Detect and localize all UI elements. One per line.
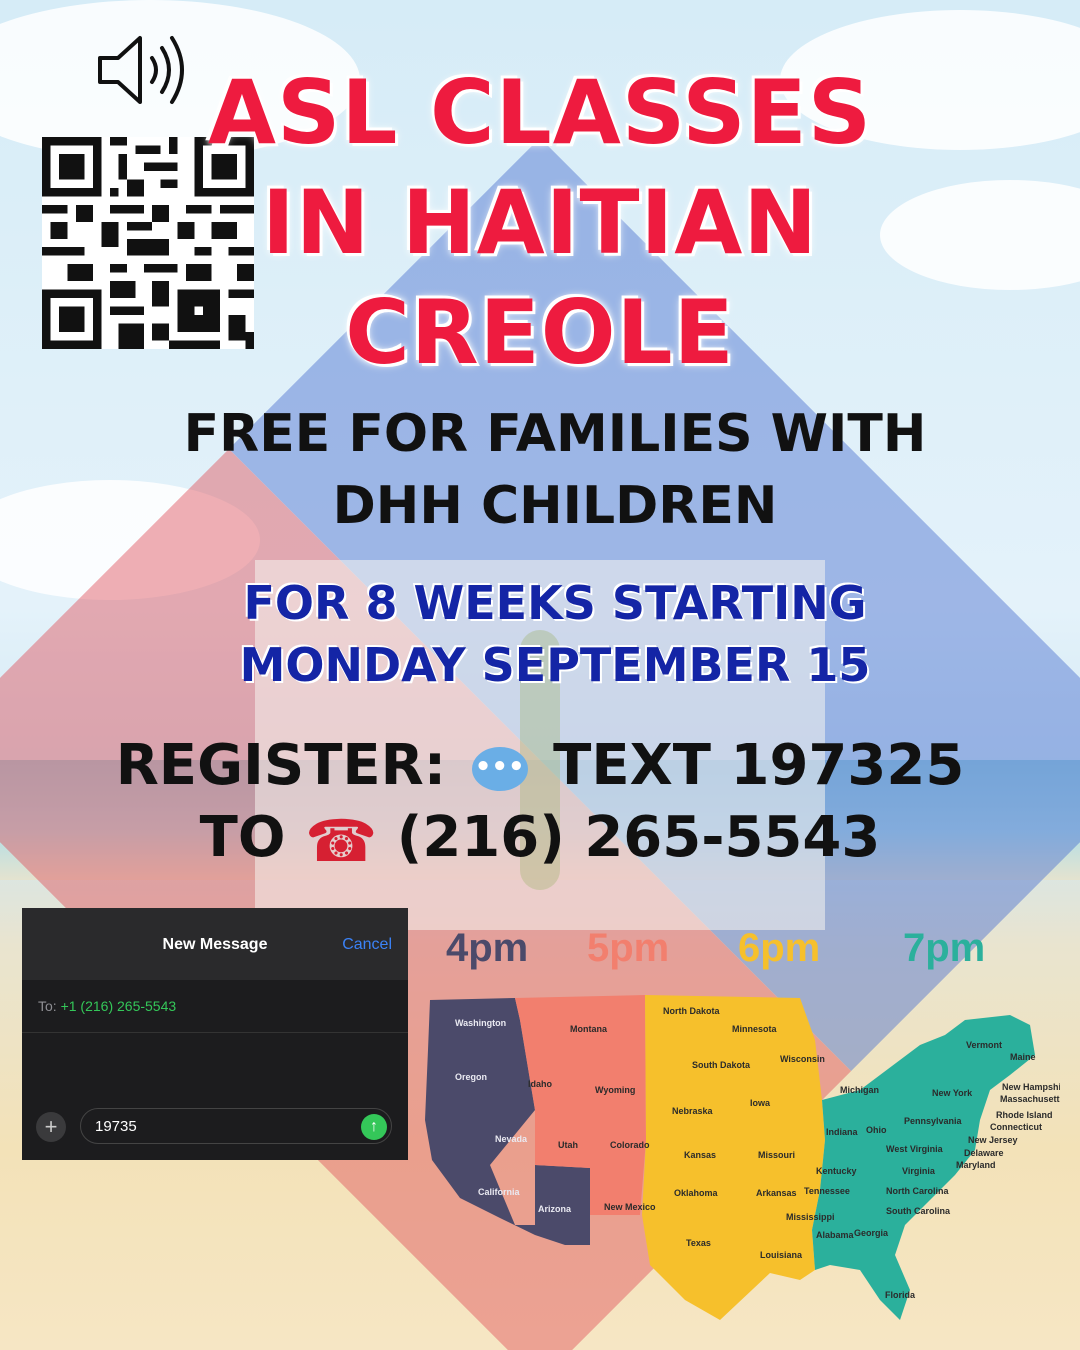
state-label: Nevada	[495, 1134, 528, 1144]
state-label: West Virginia	[886, 1144, 944, 1154]
state-label: Utah	[558, 1140, 578, 1150]
state-label: North Dakota	[663, 1006, 720, 1016]
registration-info: REGISTER: ••• TEXT 197325 TO ☎ (216) 265…	[0, 730, 1080, 877]
message-bubble-icon: •••	[471, 746, 528, 791]
date-line-2: MONDAY SEPTEMBER 15	[239, 638, 871, 692]
state-label: Rhode Island	[996, 1110, 1053, 1120]
telephone-icon: ☎	[304, 806, 378, 875]
headline-line-1: ASL CLASSES	[207, 61, 873, 164]
state-label: Louisiana	[760, 1250, 803, 1260]
state-label: Connecticut	[990, 1122, 1042, 1132]
state-label: Oregon	[455, 1072, 487, 1082]
state-label: Pennsylvania	[904, 1116, 963, 1126]
central-zone	[642, 995, 825, 1320]
sms-cancel-button[interactable]: Cancel	[342, 936, 392, 954]
state-label: Massachusetts	[1000, 1094, 1060, 1104]
state-label: Delaware	[964, 1148, 1004, 1158]
state-label: Mississippi	[786, 1212, 835, 1222]
timezone-central-label: 6pm	[738, 926, 821, 970]
sms-to-number: +1 (216) 265-5543	[60, 998, 177, 1014]
state-label: South Carolina	[886, 1206, 951, 1216]
state-label: Alabama	[816, 1230, 855, 1240]
state-label: Wyoming	[595, 1085, 635, 1095]
subtitle: FREE FOR FAMILIES WITH DHH CHILDREN	[30, 398, 1080, 542]
state-label: Minnesota	[732, 1024, 777, 1034]
state-label: New Hampshire	[1002, 1082, 1060, 1092]
timezone-mountain-label: 5pm	[587, 926, 670, 970]
state-label: Virginia	[902, 1166, 936, 1176]
state-label: Arkansas	[756, 1188, 797, 1198]
state-label: Tennessee	[804, 1186, 850, 1196]
state-label: Nebraska	[672, 1106, 714, 1116]
state-label: Arizona	[538, 1204, 572, 1214]
state-label: Florida	[885, 1290, 916, 1300]
state-label: Texas	[686, 1238, 711, 1248]
sms-message-input[interactable]: 19735	[80, 1108, 392, 1144]
pacific-zone	[425, 998, 535, 1235]
state-label: Vermont	[966, 1040, 1002, 1050]
sms-header: New Message Cancel	[22, 908, 408, 980]
register-text: TEXT 197325	[553, 733, 965, 798]
sms-plus-button[interactable]: +	[36, 1112, 66, 1142]
state-label: Kansas	[684, 1150, 716, 1160]
subtitle-line-1: FREE FOR FAMILIES WITH	[183, 404, 927, 464]
state-label: Montana	[570, 1024, 608, 1034]
sms-send-button[interactable]: ↑	[361, 1114, 387, 1140]
state-label: California	[478, 1187, 521, 1197]
date-info: FOR 8 WEEKS STARTING MONDAY SEPTEMBER 15	[30, 572, 1080, 696]
headline-line-2: IN HAITIAN	[261, 171, 819, 274]
headline: ASL CLASSES IN HAITIAN CREOLE	[0, 58, 1080, 388]
state-label: Colorado	[610, 1140, 650, 1150]
state-label: Washington	[455, 1018, 506, 1028]
headline-line-3: CREOLE	[345, 281, 735, 384]
state-label: Oklahoma	[674, 1188, 719, 1198]
state-label: Idaho	[528, 1079, 553, 1089]
timezone-eastern-label: 7pm	[903, 926, 986, 970]
sms-to-label: To:	[38, 998, 57, 1014]
timezone-pacific-label: 4pm	[446, 926, 529, 970]
us-timezone-map: Washington Oregon Nevada California Ariz…	[425, 995, 1060, 1320]
sms-screenshot: New Message Cancel To: +1 (216) 265-5543…	[22, 908, 408, 1160]
state-label: North Carolina	[886, 1186, 949, 1196]
state-label: Ohio	[866, 1125, 887, 1135]
state-label: Georgia	[854, 1228, 889, 1238]
state-label: Indiana	[826, 1127, 858, 1137]
state-label: Maine	[1010, 1052, 1036, 1062]
sms-recipient-row[interactable]: To: +1 (216) 265-5543	[22, 980, 408, 1033]
state-label: New York	[932, 1088, 973, 1098]
register-phone[interactable]: (216) 265-5543	[397, 805, 881, 870]
state-label: New Mexico	[604, 1202, 656, 1212]
state-label: Wisconsin	[780, 1054, 825, 1064]
state-label: Iowa	[750, 1098, 771, 1108]
register-label: REGISTER:	[115, 733, 447, 798]
state-label: Missouri	[758, 1150, 795, 1160]
state-label: New Jersey	[968, 1135, 1018, 1145]
state-label: Kentucky	[816, 1166, 857, 1176]
state-label: Maryland	[956, 1160, 996, 1170]
subtitle-line-2: DHH CHILDREN	[332, 476, 778, 536]
state-label: South Dakota	[692, 1060, 751, 1070]
register-to: TO	[199, 805, 286, 870]
date-line-1: FOR 8 WEEKS STARTING	[243, 576, 867, 630]
state-label: Michigan	[840, 1085, 879, 1095]
